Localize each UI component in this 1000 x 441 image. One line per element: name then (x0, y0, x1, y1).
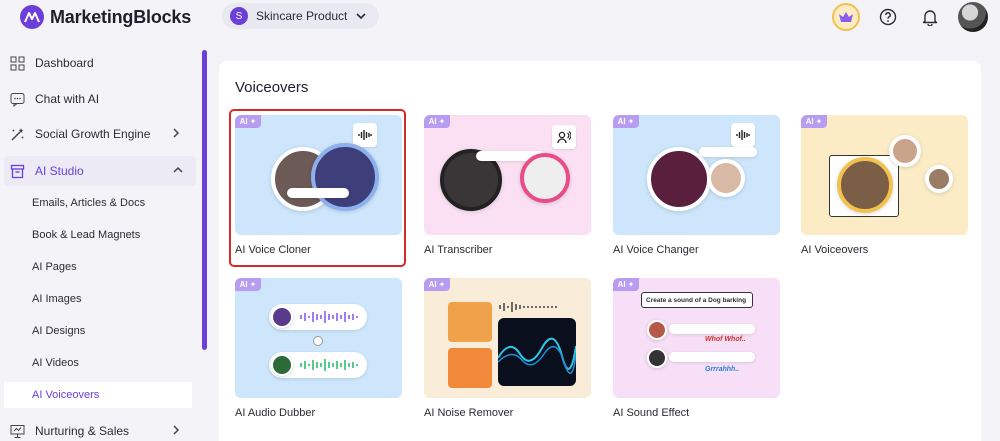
sidebar-item-label: AI Studio (35, 164, 84, 178)
selected-card-highlight (229, 109, 406, 267)
card-label: AI Sound Effect (613, 407, 690, 419)
card-label: AI Audio Dubber (235, 407, 316, 419)
section-title: Voiceovers (235, 79, 309, 96)
sound-result-1: Whof Whof.. (705, 336, 746, 343)
ai-tag: AI ✦ (613, 278, 639, 291)
card-thumbnail: AI ✦ (424, 115, 591, 235)
card-ai-voice-changer[interactable]: AI ✦ AI Voice Changer (613, 115, 780, 256)
sidebar-item-nurturing-sales[interactable]: Nurturing & Sales (10, 416, 194, 441)
ai-tag: AI ✦ (235, 278, 261, 291)
sidebar-item-label: Nurturing & Sales (35, 424, 130, 438)
sidebar-sub-emails-articles-docs[interactable]: Emails, Articles & Docs (4, 190, 192, 216)
main-panel: Voiceovers AI ✦ AI Voice Cloner AI ✦ AI Tr… (219, 61, 981, 441)
sidebar-item-label: Chat with AI (35, 92, 100, 106)
ai-tag: AI ✦ (424, 278, 450, 291)
chevron-down-icon (356, 13, 366, 20)
sidebar-item-label: Dashboard (35, 56, 94, 70)
chevron-up-icon (173, 166, 183, 173)
card-label: AI Noise Remover (424, 407, 514, 419)
box-icon (10, 164, 25, 178)
sidebar-sub-ai-videos[interactable]: AI Videos (4, 350, 192, 376)
sound-result-2: Grrrahhh.. (705, 366, 740, 373)
bell-icon[interactable] (916, 3, 944, 31)
sidebar-item-label: Social Growth Engine (35, 127, 151, 141)
user-avatar[interactable] (958, 2, 988, 32)
card-ai-sound-effect[interactable]: AI ✦ Create a sound of a Dog barking Whof… (613, 278, 780, 419)
project-initial: S (230, 7, 248, 25)
card-ai-voiceovers[interactable]: AI ✦ AI Voiceovers (801, 115, 968, 256)
rewards-badge-icon[interactable] (832, 3, 860, 31)
chat-icon (10, 92, 25, 107)
card-ai-noise-remover[interactable]: AI ✦ AI Noise Remover (424, 278, 591, 419)
voice-user-icon (552, 125, 576, 149)
card-label: AI Voice Changer (613, 244, 699, 256)
brand-logo[interactable]: MarketingBlocks (20, 5, 191, 29)
sound-prompt-box: Create a sound of a Dog barking (641, 292, 753, 308)
sidebar-sub-ai-pages[interactable]: AI Pages (4, 254, 192, 280)
sidebar-sub-book-lead-magnets[interactable]: Book & Lead Magnets (4, 222, 192, 248)
project-selector[interactable]: S Skincare Product (222, 3, 380, 29)
purple-waveform (300, 311, 358, 323)
sidebar-sub-ai-images[interactable]: AI Images (4, 286, 192, 312)
card-thumbnail: AI ✦ (424, 278, 591, 398)
card-thumbnail: AI ✦ Create a sound of a Dog barking Whof… (613, 278, 780, 398)
sidebar-sub-ai-voiceovers[interactable]: AI Voiceovers (4, 382, 192, 408)
soundwave-icon (731, 123, 755, 147)
top-header: MarketingBlocks S Skincare Product (0, 0, 1000, 36)
grid-icon (10, 56, 25, 70)
ai-tag: AI ✦ (613, 115, 639, 128)
chevron-right-icon (173, 425, 180, 435)
brand-name: MarketingBlocks (50, 6, 192, 27)
noise-waveform (499, 302, 557, 312)
logo-mark-icon (20, 5, 44, 29)
sidebar-scrollbar[interactable] (202, 50, 207, 350)
card-ai-audio-dubber[interactable]: AI ✦ AI Audio Dubber (235, 278, 402, 419)
sidebar-item-chat-with-ai[interactable]: Chat with AI (10, 84, 194, 114)
card-ai-transcriber[interactable]: AI ✦ AI Transcriber (424, 115, 591, 256)
project-name: Skincare Product (256, 9, 348, 23)
sidebar-sub-ai-designs[interactable]: AI Designs (4, 318, 192, 344)
ai-tag: AI ✦ (424, 115, 450, 128)
card-thumbnail: AI ✦ (613, 115, 780, 235)
help-icon[interactable] (874, 3, 902, 31)
magic-wand-icon (11, 127, 24, 141)
card-label: AI Transcriber (424, 244, 493, 256)
presentation-icon (10, 424, 25, 438)
sidebar-item-social-growth-engine[interactable]: Social Growth Engine (10, 119, 194, 149)
chevron-right-icon (173, 128, 180, 138)
card-label: AI Voiceovers (801, 244, 869, 256)
card-thumbnail: AI ✦ (801, 115, 968, 235)
card-thumbnail: AI ✦ (235, 278, 402, 398)
green-waveform (300, 359, 358, 371)
sidebar-item-ai-studio[interactable]: AI Studio (4, 156, 196, 186)
sidebar-item-dashboard[interactable]: Dashboard (10, 48, 194, 78)
ai-tag: AI ✦ (801, 115, 827, 128)
